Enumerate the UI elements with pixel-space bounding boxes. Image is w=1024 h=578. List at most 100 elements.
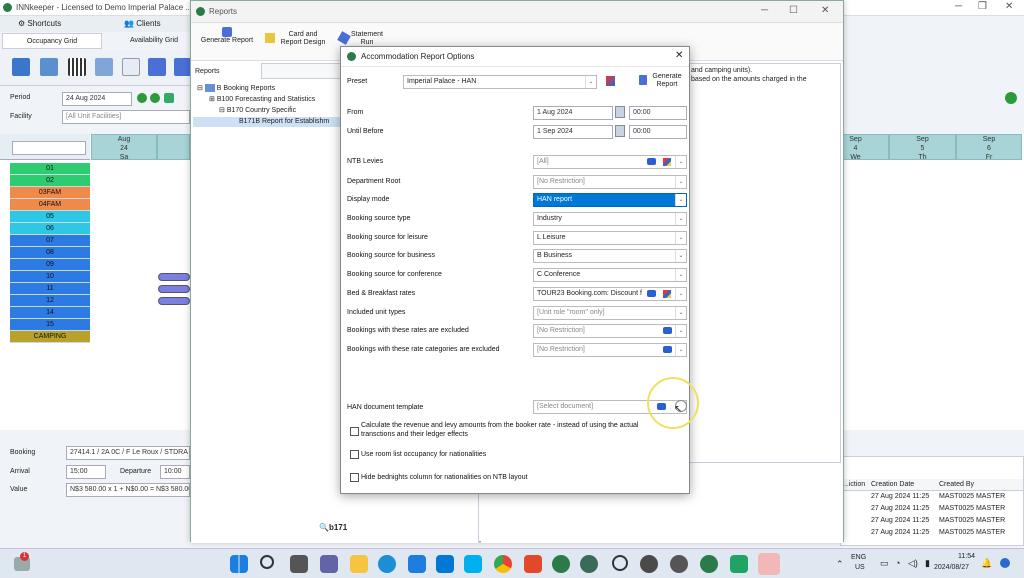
chevron-down-icon[interactable]: ⌄ bbox=[675, 213, 686, 225]
skype-icon[interactable] bbox=[464, 555, 482, 573]
field-select[interactable]: C Conference ⌄ bbox=[533, 268, 687, 282]
next-icon[interactable] bbox=[150, 93, 160, 103]
clock-icon[interactable] bbox=[612, 555, 628, 571]
maximize-icon[interactable]: ☐ bbox=[789, 5, 798, 16]
active-app-icon[interactable] bbox=[758, 553, 780, 575]
clock-time[interactable]: 11:54 bbox=[958, 553, 975, 560]
document-icon[interactable] bbox=[122, 58, 140, 76]
anydesk-icon[interactable] bbox=[524, 555, 542, 573]
room-row[interactable]: 07 bbox=[10, 235, 90, 247]
copilot-icon[interactable] bbox=[1000, 558, 1010, 568]
chevron-down-icon[interactable]: ⌄ bbox=[675, 194, 686, 206]
tree-item-b170[interactable]: ⊟ B170 Country Specific bbox=[219, 106, 296, 116]
chevron-up-icon[interactable]: ⌃ bbox=[836, 559, 844, 570]
tab-availability-grid[interactable]: Availability Grid bbox=[104, 33, 204, 49]
chevron-down-icon[interactable]: ⌄ bbox=[675, 232, 686, 244]
pen-icon[interactable] bbox=[148, 58, 166, 76]
report-search-box[interactable]: 🔍b171 bbox=[319, 523, 347, 532]
eraser-icon[interactable] bbox=[647, 158, 656, 165]
column-header[interactable]: Created By bbox=[939, 481, 974, 488]
value-field[interactable]: N$3 580.00 x 1 + N$0.00 = N$3 580.00 bbox=[66, 483, 190, 497]
edit-icon[interactable] bbox=[663, 158, 671, 166]
room-row[interactable]: 11 bbox=[10, 283, 90, 295]
generate-report-button[interactable]: Generate Report bbox=[197, 27, 257, 45]
tab-clients[interactable]: 👥 Clients bbox=[120, 16, 161, 32]
tree-item-booking-reports[interactable]: ⊟ B Booking Reports bbox=[197, 84, 275, 94]
edge-icon[interactable] bbox=[378, 555, 396, 573]
checkbox-room-list-occupancy[interactable] bbox=[350, 450, 359, 459]
facility-input[interactable]: [All Unit Facilities] bbox=[62, 110, 190, 124]
chevron-down-icon[interactable]: ⌄ bbox=[675, 344, 686, 356]
search-icon[interactable] bbox=[12, 58, 30, 76]
room-row[interactable]: 15 bbox=[10, 319, 90, 331]
tab-shortcuts[interactable]: ⚙ Shortcuts bbox=[14, 16, 61, 32]
field-select[interactable]: [Unit role "room" only] ⌄ bbox=[533, 306, 687, 320]
printer-icon[interactable] bbox=[95, 58, 113, 76]
maximize-icon[interactable]: ❐ bbox=[978, 1, 987, 12]
field-select[interactable]: HAN report ⌄ bbox=[533, 193, 687, 207]
column-header[interactable]: ...iction bbox=[843, 481, 865, 488]
column-header[interactable]: Creation Date bbox=[871, 481, 914, 488]
display-icon[interactable]: ▭ bbox=[880, 558, 889, 569]
departure-field[interactable]: 10:00 bbox=[160, 465, 190, 479]
chevron-down-icon[interactable]: ⌄ bbox=[675, 269, 686, 281]
calendar-icon[interactable] bbox=[164, 93, 174, 103]
period-input[interactable]: 24 Aug 2024 bbox=[62, 92, 132, 106]
innkeeper-icon[interactable] bbox=[700, 555, 718, 573]
arrival-field[interactable]: 15:00 bbox=[66, 465, 106, 479]
chevron-down-icon[interactable]: ⌄ bbox=[675, 176, 686, 188]
minimize-icon[interactable]: ─ bbox=[761, 5, 768, 16]
chevron-down-icon[interactable]: ⌄ bbox=[675, 307, 686, 319]
chevron-down-icon[interactable]: ⌄ bbox=[675, 156, 686, 168]
booking-bar[interactable] bbox=[158, 297, 190, 305]
checkbox-hide-bednights[interactable] bbox=[350, 473, 359, 482]
app-icon[interactable] bbox=[670, 555, 688, 573]
chevron-down-icon[interactable]: ⌄ bbox=[675, 325, 686, 337]
app-icon[interactable] bbox=[408, 555, 426, 573]
room-row[interactable]: 08 bbox=[10, 247, 90, 259]
close-icon[interactable]: ✕ bbox=[821, 5, 829, 16]
card-icon[interactable] bbox=[40, 58, 58, 76]
search-icon[interactable] bbox=[260, 555, 274, 569]
tab-occupancy-grid[interactable]: Occupancy Grid bbox=[2, 33, 102, 49]
clock-date[interactable]: 2024/08/27 bbox=[934, 564, 969, 571]
eraser-icon[interactable] bbox=[663, 327, 672, 334]
room-row[interactable]: 09 bbox=[10, 259, 90, 271]
chrome-icon[interactable] bbox=[494, 555, 512, 573]
innkeeper-icon[interactable] bbox=[552, 555, 570, 573]
teams-icon[interactable] bbox=[320, 555, 338, 573]
network-icon[interactable]: ◔ bbox=[895, 558, 900, 568]
room-row[interactable]: CAMPING bbox=[10, 331, 90, 343]
task-view-icon[interactable] bbox=[290, 555, 308, 573]
tree-item-b171b[interactable]: B171B Report for Establishm bbox=[193, 117, 343, 127]
field-select[interactable]: Industry ⌄ bbox=[533, 212, 687, 226]
eraser-icon[interactable] bbox=[663, 346, 672, 353]
language-indicator[interactable]: ENG bbox=[851, 554, 866, 561]
minimize-icon[interactable]: ─ bbox=[955, 1, 962, 12]
card-report-design-button[interactable]: Card and Report Design bbox=[275, 31, 331, 47]
tree-item-b100[interactable]: ⊞ B100 Forecasting and Statistics bbox=[209, 95, 315, 105]
up-arrow-icon[interactable] bbox=[1005, 92, 1017, 104]
add-icon[interactable] bbox=[137, 93, 147, 103]
battery-icon[interactable]: ▮ bbox=[925, 558, 930, 569]
field-select[interactable]: B Business ⌄ bbox=[533, 249, 687, 263]
room-row[interactable]: 06 bbox=[10, 223, 90, 235]
eraser-icon[interactable] bbox=[647, 290, 656, 297]
room-row[interactable]: 01 bbox=[10, 163, 90, 175]
room-row[interactable]: 02 bbox=[10, 175, 90, 187]
booking-bar[interactable] bbox=[158, 285, 190, 293]
panel-tab[interactable] bbox=[261, 63, 341, 79]
edit-icon[interactable] bbox=[663, 290, 671, 298]
checkbox-booker-rate[interactable] bbox=[350, 427, 359, 436]
field-select[interactable]: [No Restriction] ⌄ bbox=[533, 175, 687, 189]
qr-icon[interactable] bbox=[68, 58, 86, 76]
room-row[interactable]: 12 bbox=[10, 295, 90, 307]
chevron-down-icon[interactable]: ⌄ bbox=[675, 288, 686, 300]
volume-icon[interactable]: ◁) bbox=[908, 558, 918, 569]
statement-run-button[interactable]: Statement Run bbox=[347, 31, 387, 47]
room-filter-input[interactable] bbox=[12, 141, 86, 155]
booking-bar[interactable] bbox=[158, 273, 190, 281]
room-row[interactable]: 04FAM bbox=[10, 199, 90, 211]
room-row[interactable]: 05 bbox=[10, 211, 90, 223]
bell-icon[interactable]: 🔔 bbox=[981, 558, 992, 569]
